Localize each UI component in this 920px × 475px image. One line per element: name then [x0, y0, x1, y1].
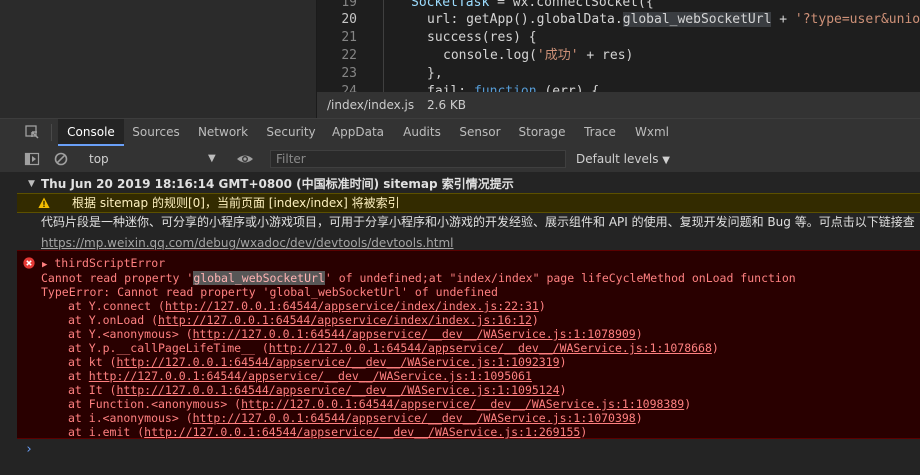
tab-trace[interactable]: Trace — [578, 119, 622, 146]
file-path: /index/index.js — [327, 98, 415, 112]
levels-dropdown[interactable]: Default levels ▼ — [576, 146, 670, 172]
tab-separator — [51, 124, 52, 141]
code-line: fail: function (err) { — [427, 84, 600, 92]
triangle-right-icon: ▶ — [42, 260, 48, 270]
context-selector[interactable]: top — [89, 146, 109, 172]
stack-frame: at Function.<anonymous> (http://127.0.0.… — [68, 397, 692, 411]
tab-console[interactable]: Console — [58, 119, 124, 146]
stack-frame: at Y.<anonymous> (http://127.0.0.1:64544… — [68, 327, 643, 341]
levels-label: Default levels — [576, 152, 659, 166]
stack-frame: at kt (http://127.0.0.1:64544/appservice… — [68, 355, 567, 369]
sidebar-toggle-icon[interactable] — [24, 151, 40, 167]
console-output: ▼ Thu Jun 20 2019 18:16:14 GMT+0800 (中国标… — [0, 172, 920, 475]
group-title: Thu Jun 20 2019 18:16:14 GMT+0800 (中国标准时… — [41, 177, 514, 191]
clear-icon[interactable] — [53, 151, 69, 167]
file-size: 2.6 KB — [427, 98, 466, 112]
error-title: thirdScriptError — [54, 256, 166, 270]
error-type-line: TypeError: Cannot read property 'global_… — [41, 285, 498, 299]
code-content[interactable]: SocketTask = wx.connectSocket({ url: get… — [367, 0, 920, 92]
error-icon — [23, 257, 35, 269]
warning-message: 根据 sitemap 的规则[0]，当前页面 [index/index] 将被索… — [17, 193, 920, 213]
stack-frame-link[interactable]: http://127.0.0.1:64544/appservice/__dev_… — [193, 411, 636, 425]
tab-network[interactable]: Network — [192, 119, 254, 146]
stack-frame-link[interactable]: http://127.0.0.1:64544/appservice/__dev_… — [269, 341, 712, 355]
tab-audits[interactable]: Audits — [396, 119, 448, 146]
tab-storage[interactable]: Storage — [512, 119, 572, 146]
tab-sources[interactable]: Sources — [126, 119, 186, 146]
stack-frame: at http://127.0.0.1:64544/appservice/__d… — [68, 369, 532, 383]
console-prompt[interactable]: › — [25, 442, 33, 457]
tab-security[interactable]: Security — [261, 119, 321, 146]
warning-text: 根据 sitemap 的规则[0]，当前页面 [index/index] 将被索… — [72, 196, 400, 210]
code-line: console.log('成功' + res) — [443, 48, 634, 63]
tab-sensor[interactable]: Sensor — [454, 119, 506, 146]
line-number-active: 20 — [341, 12, 357, 27]
indent-guide — [383, 0, 384, 92]
chevron-down-icon[interactable]: ▼ — [208, 146, 216, 172]
stack-frame-link[interactable]: http://127.0.0.1:64544/appservice/__dev_… — [193, 327, 636, 341]
warning-icon — [38, 197, 50, 208]
line-number-gutter: 19 20 21 22 23 24 — [317, 0, 367, 99]
code-editor: 19 20 21 22 23 24 SocketTask = wx.connec… — [0, 0, 920, 118]
code-line: success(res) { — [427, 30, 537, 45]
code-line: url: getApp().globalData.global_webSocke… — [427, 12, 920, 27]
file-tree-pane — [0, 0, 316, 118]
tab-appdata[interactable]: AppData — [327, 119, 389, 146]
stack-frame-link[interactable]: http://127.0.0.1:64544/appservice/__dev_… — [116, 355, 559, 369]
stack-frame: at Y.onLoad (http://127.0.0.1:64544/apps… — [68, 313, 539, 327]
error-message-line: Cannot read property 'global_webSocketUr… — [41, 271, 796, 285]
stack-frame-link[interactable]: http://127.0.0.1:64544/appservice/__dev_… — [89, 369, 532, 383]
error-title-row[interactable]: ▶ thirdScriptError — [42, 256, 165, 272]
devtools-tab-bar: Console Sources Network Security AppData… — [0, 118, 920, 147]
stack-frame-link[interactable]: http://127.0.0.1:64544/appservice/__dev_… — [144, 425, 580, 439]
stack-frame-link[interactable]: http://127.0.0.1:64544/appservice/index/… — [165, 299, 539, 313]
line-number: 21 — [341, 30, 357, 45]
stack-frame-link[interactable]: http://127.0.0.1:64544/appservice/index/… — [158, 313, 532, 327]
eye-icon[interactable] — [236, 151, 254, 167]
stack-frame: at Y.connect (http://127.0.0.1:64544/app… — [68, 299, 546, 313]
stack-frame: at It (http://127.0.0.1:64544/appservice… — [68, 383, 567, 397]
inspect-icon[interactable] — [24, 124, 40, 140]
line-number: 23 — [341, 66, 357, 81]
file-status-bar: /index/index.js 2.6 KB — [317, 92, 920, 118]
stack-frame-link[interactable]: http://127.0.0.1:64544/appservice/__dev_… — [116, 383, 559, 397]
devtools-doc-link[interactable]: https://mp.weixin.qq.com/debug/wxadoc/de… — [41, 236, 453, 250]
error-message: ▶ thirdScriptError Cannot read property … — [17, 250, 920, 439]
line-number: 22 — [341, 48, 357, 63]
chevron-down-icon: ▼ — [662, 155, 670, 166]
stack-frame-link[interactable]: http://127.0.0.1:64544/appservice/__dev_… — [241, 397, 684, 411]
console-toolbar: top ▼ Filter Default levels ▼ — [0, 146, 920, 173]
triangle-down-icon: ▼ — [28, 179, 35, 189]
info-message: 代码片段是一种迷你、可分享的小程序或小游戏项目，可用于分享小程序和小游戏的开发经… — [41, 215, 915, 229]
tab-wxml[interactable]: Wxml — [628, 119, 676, 146]
filter-input[interactable]: Filter — [270, 150, 566, 168]
stack-frame: at Y.p.__callPageLifeTime__ (http://127.… — [68, 341, 719, 355]
stack-frame: at i.<anonymous> (http://127.0.0.1:64544… — [68, 411, 643, 425]
stack-frame: at i.emit (http://127.0.0.1:64544/appser… — [68, 425, 588, 439]
code-line: }, — [427, 66, 443, 81]
